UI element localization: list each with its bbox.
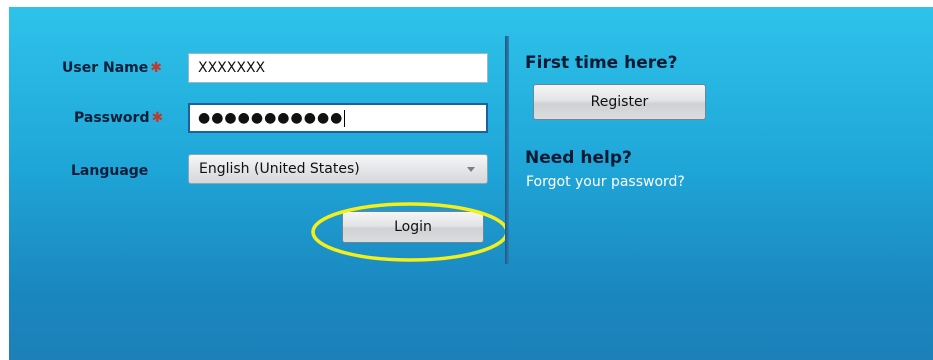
username-value: XXXXXXX [198,60,266,76]
username-label-text: User Name [62,60,149,76]
required-marker-icon: ✱ [150,60,162,76]
dropdown-arrow-icon [467,167,475,172]
username-input[interactable]: XXXXXXX [188,53,488,83]
register-button-label: Register [590,94,649,110]
required-marker-icon: ✱ [151,110,164,126]
vertical-divider [505,36,509,264]
language-value: English (United States) [199,161,360,177]
language-label-text: Language [71,163,149,179]
username-label: User Name ✱ [62,60,162,76]
password-value: ●●●●●●●●●●● [198,110,344,126]
highlight-ellipse [311,202,509,262]
password-label-text: Password [74,110,150,126]
first-time-heading: First time here? [525,53,678,73]
language-select[interactable]: English (United States) [188,154,488,184]
need-help-heading: Need help? [525,148,632,168]
language-label: Language [71,163,148,179]
text-cursor [344,109,346,127]
register-button[interactable]: Register [533,84,706,120]
password-label: Password ✱ [74,110,163,126]
password-input[interactable]: ●●●●●●●●●●● [188,103,488,133]
forgot-password-link[interactable]: Forgot your password? [526,174,685,190]
